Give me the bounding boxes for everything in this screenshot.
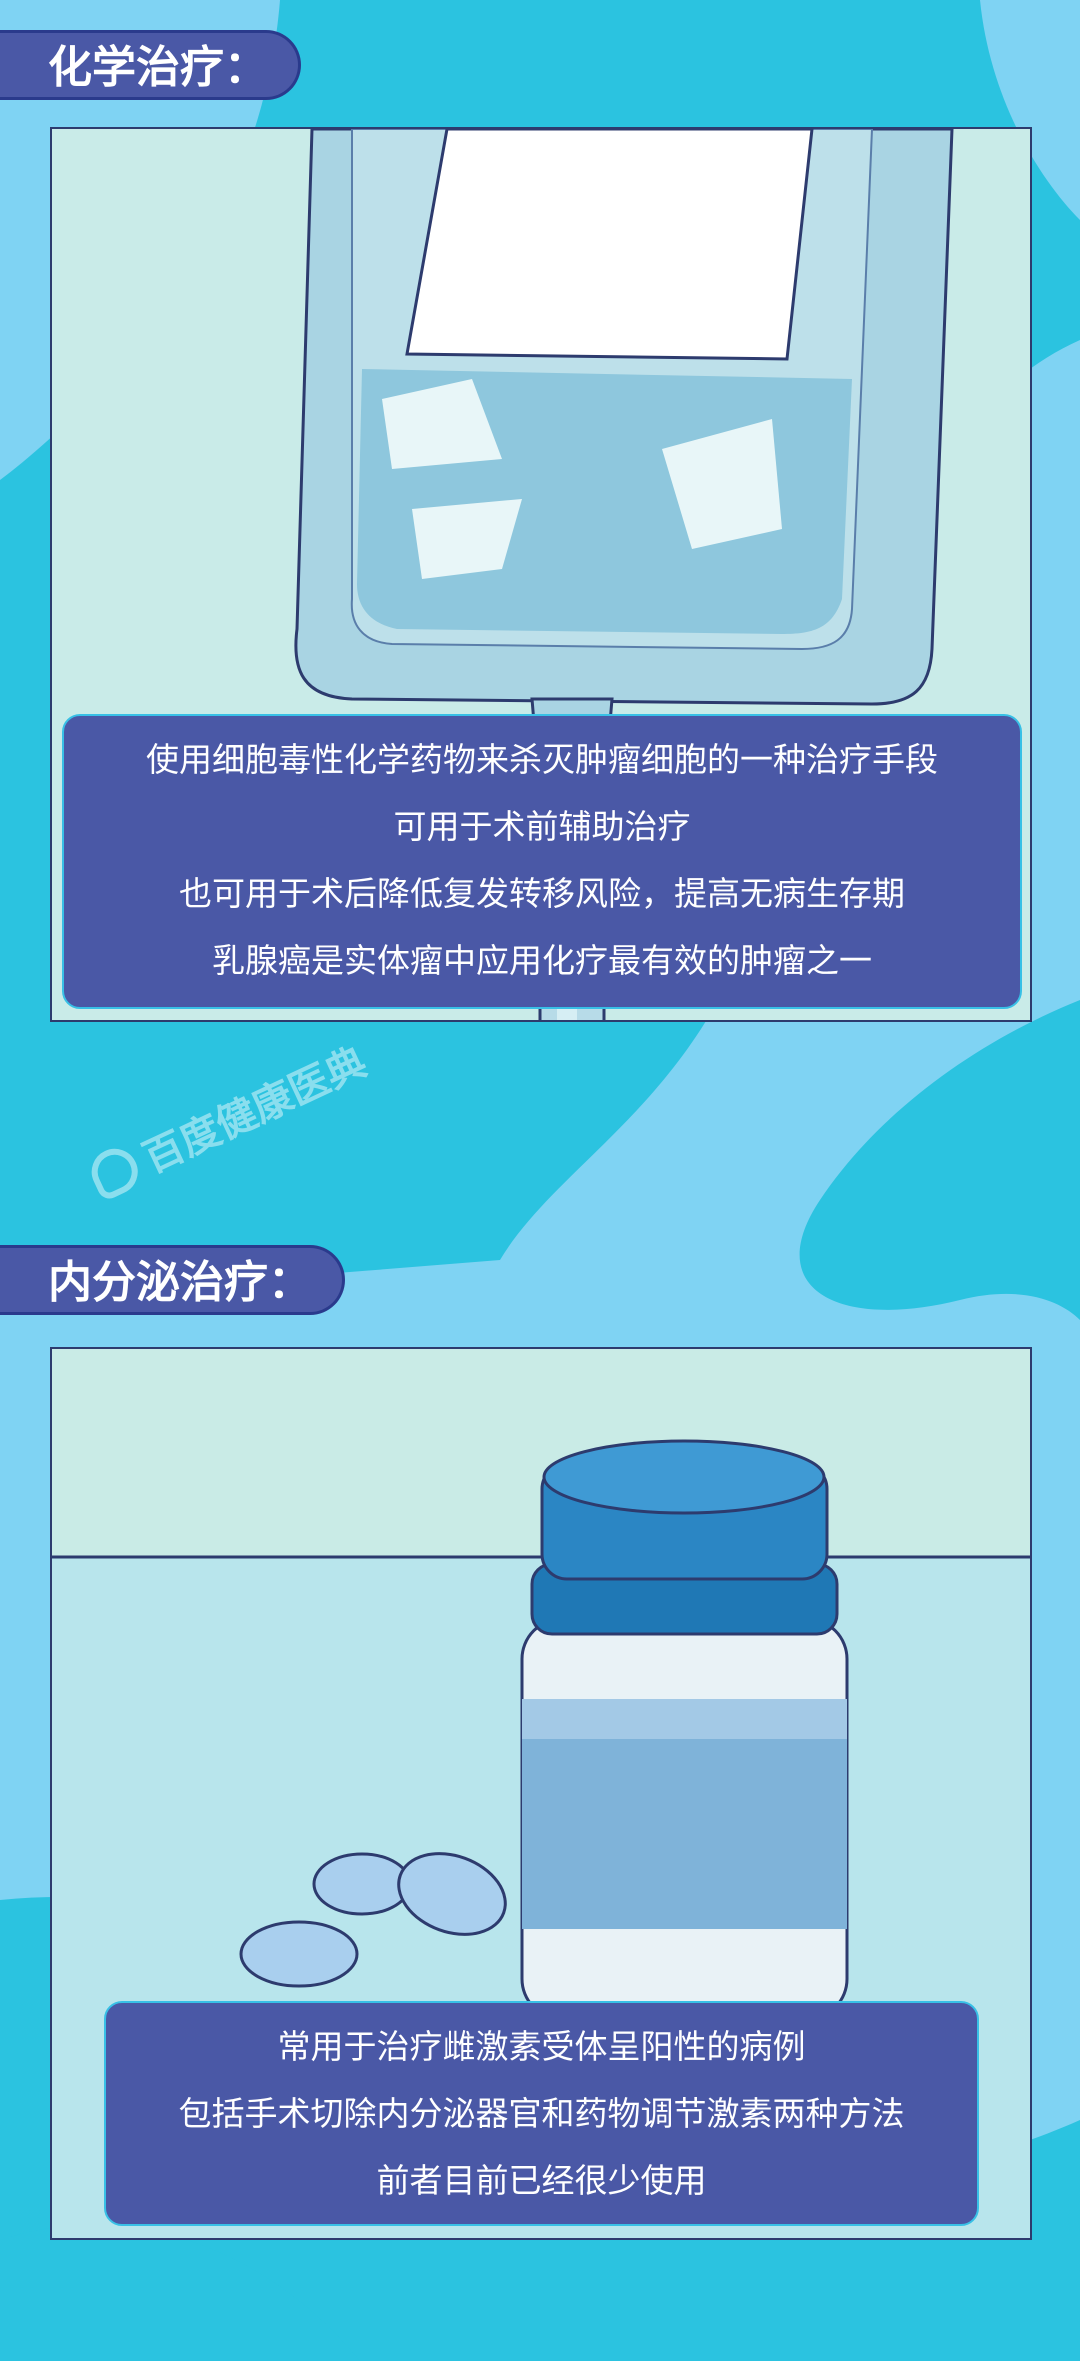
caption-line: 也可用于术后降低复发转移风险，提高无病生存期 bbox=[179, 874, 905, 913]
caption-line: 使用细胞毒性化学药物来杀灭肿瘤细胞的一种治疗手段 bbox=[146, 740, 938, 779]
chemotherapy-description: 使用细胞毒性化学药物来杀灭肿瘤细胞的一种治疗手段 可用于术前辅助治疗 也可用于术… bbox=[62, 714, 1022, 1009]
caption-line: 可用于术前辅助治疗 bbox=[393, 807, 691, 846]
endocrine-illustration-panel: 常用于治疗雌激素受体呈阳性的病例 包括手术切除内分泌器官和药物调节激素两种方法 … bbox=[50, 1347, 1032, 2240]
caption-line: 前者目前已经很少使用 bbox=[376, 2161, 707, 2200]
caption-line: 包括手术切除内分泌器官和药物调节激素两种方法 bbox=[178, 2094, 905, 2133]
section-title-chemotherapy: 化学治疗： bbox=[0, 30, 301, 100]
section-title-endocrine-therapy: 内分泌治疗： bbox=[0, 1245, 345, 1315]
endocrine-description: 常用于治疗雌激素受体呈阳性的病例 包括手术切除内分泌器官和药物调节激素两种方法 … bbox=[104, 2001, 979, 2226]
chemotherapy-illustration-panel: 使用细胞毒性化学药物来杀灭肿瘤细胞的一种治疗手段 可用于术前辅助治疗 也可用于术… bbox=[50, 127, 1032, 1022]
caption-line: 常用于治疗雌激素受体呈阳性的病例 bbox=[277, 2027, 806, 2066]
caption-line: 乳腺癌是实体瘤中应用化疗最有效的肿瘤之一 bbox=[212, 941, 872, 980]
